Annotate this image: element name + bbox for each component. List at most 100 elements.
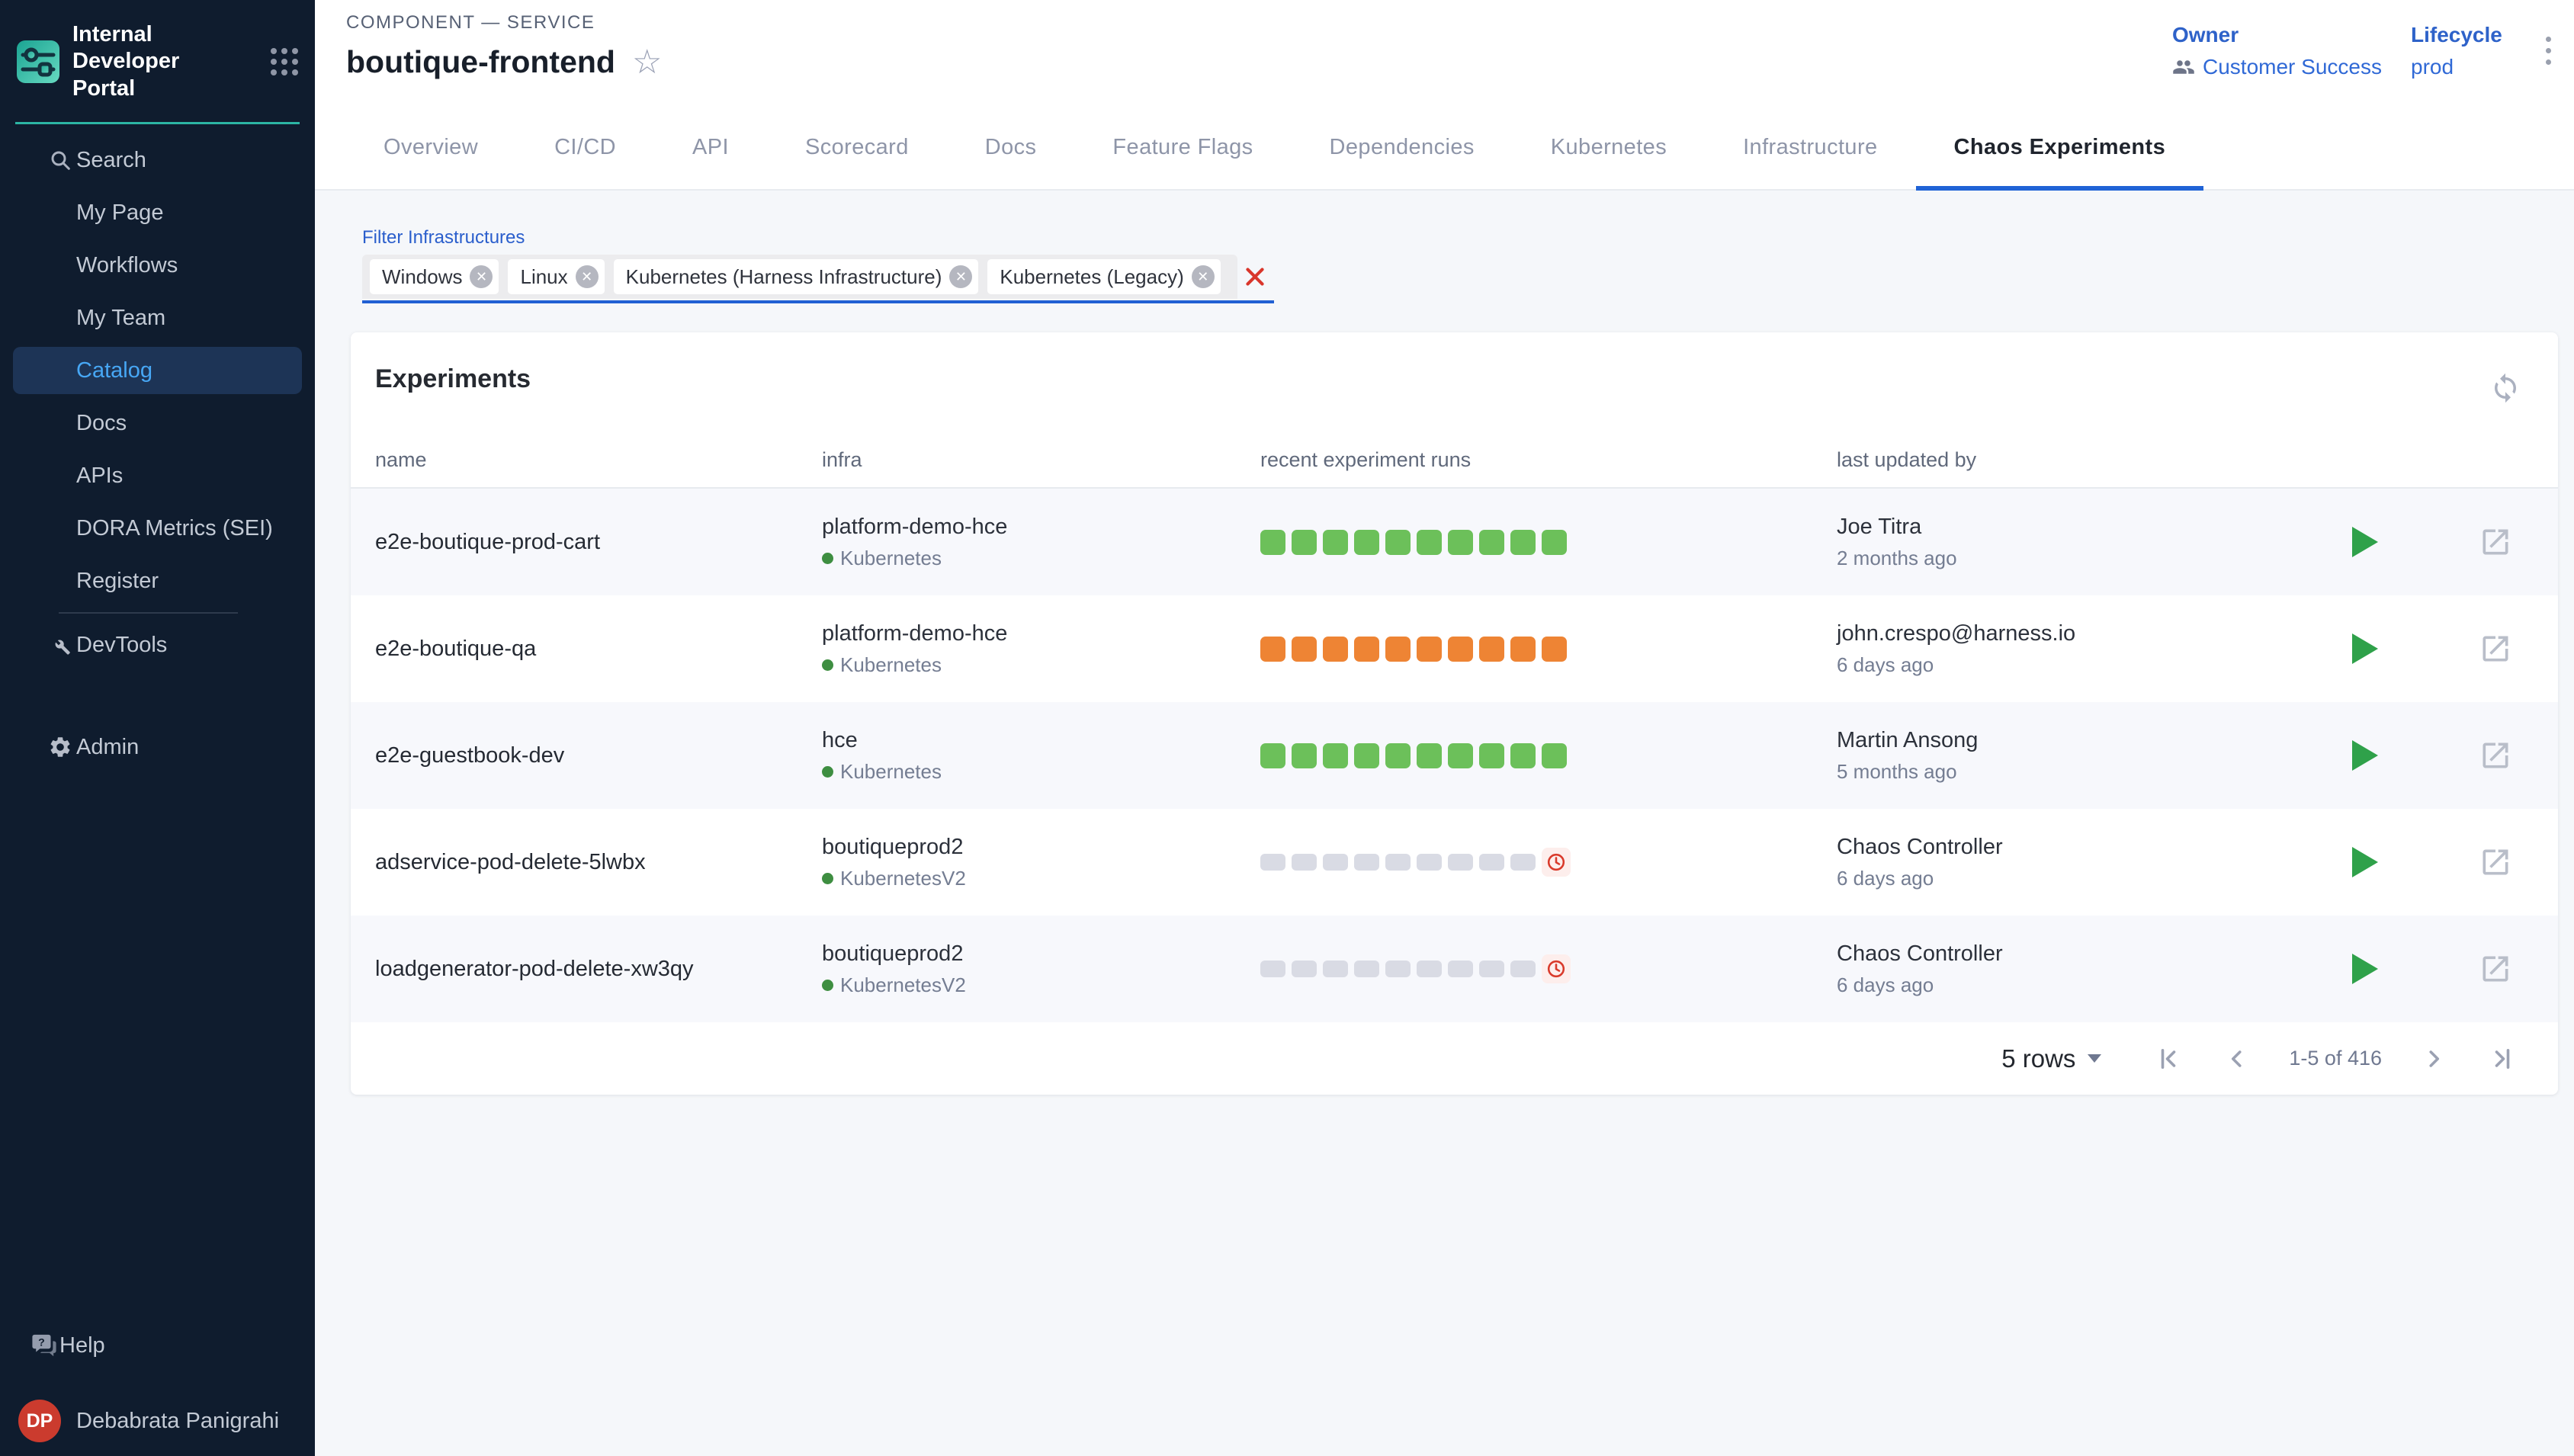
sidebar-nav: Search My Page Workflows My Team Catalog Docs… [0, 136, 315, 771]
run-status-square [1323, 854, 1348, 871]
run-status-square [1385, 961, 1411, 977]
table-row[interactable]: adservice-pod-delete-5lwbxboutiqueprod2K… [351, 809, 2558, 916]
tab-ci-cd[interactable]: CI/CD [516, 109, 654, 191]
run-experiment-button[interactable] [2352, 740, 2378, 771]
main-area: COMPONENT — SERVICE boutique-frontend ☆ … [315, 0, 2574, 1456]
last-page-icon[interactable] [2481, 1045, 2524, 1073]
chip-remove-icon[interactable]: ✕ [470, 265, 493, 288]
run-status-square [1479, 637, 1504, 662]
first-page-icon[interactable] [2147, 1045, 2190, 1073]
run-status-square [1385, 637, 1411, 662]
previous-page-icon[interactable] [2216, 1045, 2258, 1073]
run-status-square [1448, 637, 1473, 662]
clear-filters-icon[interactable] [1240, 262, 1269, 291]
column-header-last-updated-by: last updated by [1837, 448, 2325, 472]
run-status-square [1542, 530, 1567, 555]
infra-status-dot [822, 980, 833, 991]
updated-at: 5 months ago [1837, 760, 2325, 784]
tab-api[interactable]: API [654, 109, 767, 191]
open-experiment-icon[interactable] [2479, 739, 2512, 772]
owner-link[interactable]: Customer Success [2203, 55, 2382, 79]
chip-remove-icon[interactable]: ✕ [949, 265, 972, 288]
run-status-square [1323, 743, 1348, 768]
page-title: boutique-frontend [346, 44, 615, 80]
tab-dependencies[interactable]: Dependencies [1292, 109, 1513, 191]
run-status-square [1479, 961, 1504, 977]
experiment-name: adservice-pod-delete-5lwbx [375, 850, 822, 875]
sidebar-item-my-page[interactable]: My Page [13, 189, 302, 236]
updated-at: 6 days ago [1837, 973, 2325, 997]
tab-scorecard[interactable]: Scorecard [767, 109, 947, 191]
table-row[interactable]: e2e-guestbook-devhceKubernetesMartin Ans… [351, 702, 2558, 809]
recent-runs [1260, 743, 1837, 768]
run-status-square [1323, 530, 1348, 555]
sidebar-item-apis[interactable]: APIs [13, 452, 302, 499]
infrastructure-filter: Windows✕Linux✕Kubernetes (Harness Infras… [362, 255, 1274, 302]
group-icon [2172, 56, 2195, 79]
run-status-square [1417, 743, 1442, 768]
rows-per-page-label: 5 rows [2001, 1044, 2075, 1073]
recent-runs [1260, 954, 1837, 983]
chip-remove-icon[interactable]: ✕ [576, 265, 599, 288]
run-status-square [1385, 530, 1411, 555]
help-button[interactable]: ? Help [13, 1322, 302, 1369]
filter-focus-underline [362, 300, 1274, 303]
gear-icon [48, 735, 76, 759]
sidebar-item-devtools[interactable]: DevTools [13, 621, 302, 669]
user-menu[interactable]: DP Debabrata Panigrahi [18, 1400, 302, 1442]
page-header: COMPONENT — SERVICE boutique-frontend ☆ … [315, 0, 2574, 109]
run-experiment-button[interactable] [2352, 527, 2378, 557]
table-row[interactable]: loadgenerator-pod-delete-xw3qyboutiquepr… [351, 916, 2558, 1022]
sidebar-item-catalog[interactable]: Catalog [13, 347, 302, 394]
refresh-icon[interactable] [2489, 372, 2521, 408]
tab-feature-flags[interactable]: Feature Flags [1074, 109, 1291, 191]
more-options-icon[interactable] [2541, 32, 2556, 69]
content-area: Filter Infrastructures Windows✕Linux✕Kub… [315, 191, 2574, 1456]
run-status-square [1448, 743, 1473, 768]
chip-remove-icon[interactable]: ✕ [1192, 265, 1215, 288]
page-range: 1-5 of 416 [2289, 1047, 2382, 1070]
experiment-name: loadgenerator-pod-delete-xw3qy [375, 957, 822, 982]
open-experiment-icon[interactable] [2479, 845, 2512, 879]
infra-status-dot [822, 553, 833, 564]
sidebar-item-docs[interactable]: Docs [13, 399, 302, 447]
tab-overview[interactable]: Overview [345, 109, 516, 191]
run-status-square [1542, 637, 1567, 662]
tab-docs[interactable]: Docs [947, 109, 1075, 191]
run-status-square [1354, 743, 1379, 768]
recent-runs [1260, 530, 1837, 555]
column-header-recent-experiment-runs: recent experiment runs [1260, 448, 1837, 472]
sidebar-item-admin[interactable]: Admin [13, 723, 302, 771]
recent-runs [1260, 637, 1837, 662]
tab-kubernetes[interactable]: Kubernetes [1513, 109, 1705, 191]
sidebar-item-workflows[interactable]: Workflows [13, 242, 302, 289]
app-logo [17, 40, 59, 83]
sidebar-item-label: Workflows [76, 253, 178, 278]
infra-name: platform-demo-hce [822, 621, 1260, 646]
experiments-title: Experiments [375, 364, 531, 393]
run-experiment-button[interactable] [2352, 847, 2378, 877]
table-row[interactable]: e2e-boutique-qaplatform-demo-hceKubernet… [351, 595, 2558, 702]
tab-infrastructure[interactable]: Infrastructure [1705, 109, 1915, 191]
run-status-square [1260, 637, 1285, 662]
table-row[interactable]: e2e-boutique-prod-cartplatform-demo-hceK… [351, 489, 2558, 595]
run-experiment-button[interactable] [2352, 954, 2378, 984]
sidebar-item-search[interactable]: Search [13, 136, 302, 184]
open-experiment-icon[interactable] [2479, 952, 2512, 986]
apps-grid-icon[interactable] [271, 48, 298, 75]
sidebar-item-dora-metrics-sei[interactable]: DORA Metrics (SEI) [13, 505, 302, 552]
rows-per-page-select[interactable]: 5 rows [2001, 1044, 2101, 1073]
open-experiment-icon[interactable] [2479, 632, 2512, 665]
open-experiment-icon[interactable] [2479, 525, 2512, 559]
sidebar-item-register[interactable]: Register [13, 557, 302, 605]
favorite-star-icon[interactable]: ☆ [632, 46, 662, 79]
sidebar-item-label: My Team [76, 306, 165, 331]
next-page-icon[interactable] [2412, 1045, 2455, 1073]
sidebar-item-my-team[interactable]: My Team [13, 294, 302, 342]
filter-chip-linux: Linux✕ [508, 259, 604, 294]
tab-chaos-experiments[interactable]: Chaos Experiments [1916, 109, 2204, 191]
chip-label: Kubernetes (Legacy) [1000, 265, 1183, 289]
run-experiment-button[interactable] [2352, 633, 2378, 664]
filter-infrastructures-label[interactable]: Filter Infrastructures [362, 227, 2558, 249]
filter-chip-box[interactable]: Windows✕Linux✕Kubernetes (Harness Infras… [362, 255, 1237, 299]
